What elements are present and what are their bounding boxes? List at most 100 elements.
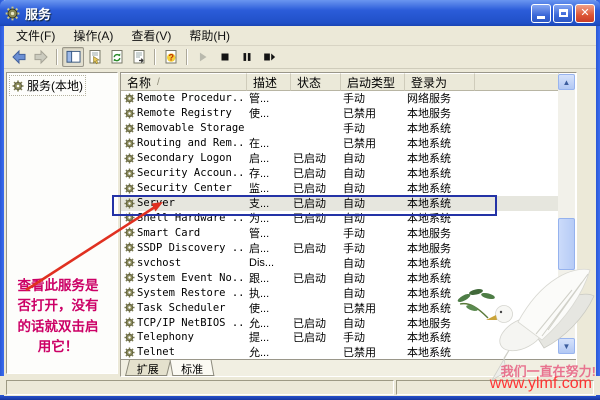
menubar: 文件(F) 操作(A) 查看(V) 帮助(H) (4, 26, 596, 46)
service-logon-as: 本地系统 (407, 153, 451, 166)
tab-extended[interactable]: 扩展 (125, 360, 171, 376)
service-startup-type: 自动 (343, 153, 365, 166)
service-row[interactable]: Telephony 提... 已启动 手动 本地系统 (121, 330, 559, 345)
service-name: Remote Registry (137, 107, 232, 120)
service-row[interactable]: Remote Registry 使... 已禁用 本地服务 (121, 106, 559, 121)
column-header-logon-as[interactable]: 登录为 (405, 73, 475, 91)
service-name: Telephony (137, 331, 194, 344)
service-description: 存... (249, 168, 270, 181)
service-name: Remote Procedur... (137, 92, 247, 105)
service-description: 使... (249, 108, 270, 121)
service-row[interactable]: System Restore ... 执... 自动 本地系统 (121, 285, 559, 300)
column-header-name[interactable]: 名称 / (121, 73, 247, 91)
service-gear-icon (124, 287, 135, 298)
service-status: 已启动 (293, 168, 326, 181)
service-description: 提... (249, 332, 270, 345)
service-row[interactable]: Security Center 监... 已启动 自动 本地系统 (121, 181, 559, 196)
close-button[interactable]: ✕ (575, 3, 595, 23)
service-logon-as: 本地系统 (407, 257, 451, 270)
service-row[interactable]: Remote Procedur... 管... 手动 网络服务 (121, 91, 559, 106)
service-logon-as: 本地服务 (407, 108, 451, 121)
service-row[interactable]: SSDP Discovery ... 启... 已启动 手动 本地服务 (121, 240, 559, 255)
service-logon-as: 本地系统 (407, 138, 451, 151)
properties-button[interactable] (84, 47, 106, 67)
service-row[interactable]: Removable Storage 手动 本地系统 (121, 121, 559, 136)
service-logon-as: 网络服务 (407, 93, 451, 106)
start-service-button[interactable] (192, 47, 214, 67)
menu-view[interactable]: 查看(V) (123, 25, 179, 46)
service-name: Removable Storage (137, 122, 245, 135)
service-row[interactable]: Routing and Rem... 在... 已禁用 本地系统 (121, 136, 559, 151)
service-status: 已启动 (293, 183, 326, 196)
stop-icon (221, 53, 229, 61)
service-row[interactable]: Telnet 允... 已禁用 本地系统 (121, 345, 559, 359)
sidebar-item-label: 服务(本地) (27, 79, 83, 93)
minimize-icon (537, 16, 545, 19)
service-startup-type: 手动 (343, 332, 365, 345)
service-name: Security Center (137, 182, 232, 195)
forward-button[interactable] (30, 47, 52, 67)
maximize-button[interactable] (553, 3, 573, 23)
service-gear-icon (124, 93, 135, 104)
service-name: System Restore ... (137, 286, 247, 299)
menu-file[interactable]: 文件(F) (8, 25, 63, 46)
service-logon-as: 本地系统 (407, 302, 451, 315)
service-startup-type: 已禁用 (343, 347, 376, 359)
stop-service-button[interactable] (214, 47, 236, 67)
help-button[interactable]: ? (160, 47, 182, 67)
titlebar[interactable]: 服务 ✕ (0, 0, 600, 26)
service-startup-type: 已禁用 (343, 138, 376, 151)
menu-action[interactable]: 操作(A) (65, 25, 121, 46)
menu-help[interactable]: 帮助(H) (181, 25, 238, 46)
services-gear-icon (12, 80, 24, 91)
properties-icon (89, 50, 101, 65)
back-arrow-icon (12, 49, 26, 65)
service-row[interactable]: TCP/IP NetBIOS ... 允... 已启动 自动 本地服务 (121, 315, 559, 330)
scroll-down-button[interactable]: ▼ (558, 338, 575, 354)
service-description: Dis... (249, 256, 275, 269)
toolbar-separator (186, 49, 188, 65)
service-status: 已启动 (293, 272, 326, 285)
service-name: Task Scheduler (137, 301, 226, 314)
pause-service-button[interactable] (236, 47, 258, 67)
service-startup-type: 手动 (343, 123, 365, 136)
scrollbar-thumb[interactable] (558, 218, 575, 270)
vertical-scrollbar[interactable]: ▲ ▼ (558, 74, 575, 354)
scroll-up-button[interactable]: ▲ (558, 74, 575, 90)
restart-service-button[interactable] (258, 47, 280, 67)
export-list-button[interactable] (128, 47, 150, 67)
service-startup-type: 自动 (343, 272, 365, 285)
pause-icon (243, 53, 251, 61)
column-header-description[interactable]: 描述 (247, 73, 291, 91)
show-hide-console-tree-button[interactable] (62, 47, 84, 67)
column-header-filler (475, 73, 559, 91)
toolbar-separator (154, 49, 156, 65)
service-gear-icon (124, 302, 135, 313)
service-row[interactable]: Smart Card 管... 手动 本地服务 (121, 225, 559, 240)
service-gear-icon (124, 168, 135, 179)
service-startup-type: 自动 (343, 183, 365, 196)
service-name: Security Accoun... (137, 167, 247, 180)
watermark-site: www.ylmf.com (489, 375, 592, 392)
tab-standard[interactable]: 标准 (169, 360, 215, 376)
refresh-icon (111, 50, 123, 64)
service-row[interactable]: Secondary Logon 启... 已启动 自动 本地系统 (121, 151, 559, 166)
service-name: TCP/IP NetBIOS ... (137, 316, 247, 329)
column-header-startup-type[interactable]: 启动类型 (341, 73, 405, 91)
service-gear-icon (124, 257, 135, 268)
service-gear-icon (124, 242, 135, 253)
sidebar-item-services-local[interactable]: 服务(本地) (9, 75, 86, 96)
back-button[interactable] (8, 47, 30, 67)
annotation-note: 查看此服务是 否打开，没有 的话就双击启 用它！ (17, 278, 99, 354)
service-row[interactable]: Security Accoun... 存... 已启动 自动 本地系统 (121, 166, 559, 181)
refresh-button[interactable] (106, 47, 128, 67)
service-gear-icon (124, 347, 135, 358)
service-row[interactable]: System Event No... 跟... 已启动 自动 本地系统 (121, 270, 559, 285)
service-logon-as: 本地系统 (407, 123, 451, 136)
service-row[interactable]: svchost Dis... 自动 本地系统 (121, 255, 559, 270)
column-header-status[interactable]: 状态 (291, 73, 341, 91)
service-row[interactable]: Task Scheduler 使... 已禁用 本地系统 (121, 300, 559, 315)
help-icon: ? (165, 50, 177, 64)
minimize-button[interactable] (531, 3, 551, 23)
service-startup-type: 自动 (343, 168, 365, 181)
